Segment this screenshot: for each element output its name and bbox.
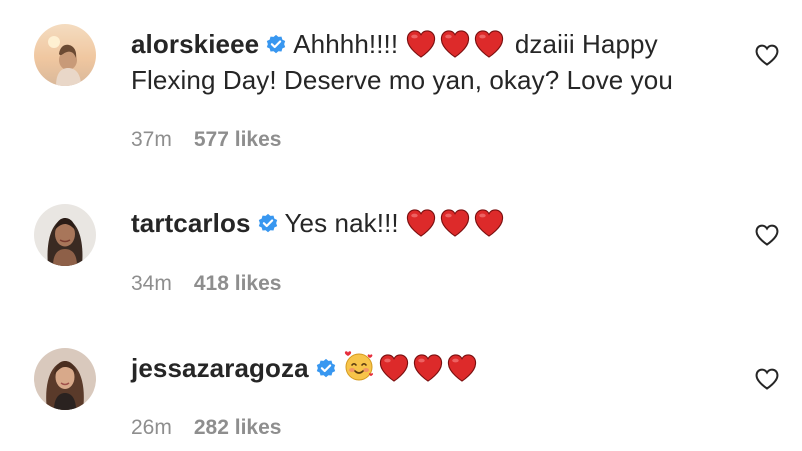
verified-badge-icon xyxy=(265,34,287,56)
comment-text: alorskieee Ahhhh!!!! dzaiii Happy Flexing… xyxy=(131,26,731,98)
smiling-face-with-hearts-icon xyxy=(344,351,373,381)
like-heart-outline-icon[interactable] xyxy=(755,224,779,246)
red-heart-icon xyxy=(447,354,477,382)
red-heart-icon xyxy=(406,30,436,58)
avatar-tartcarlos-icon xyxy=(34,204,96,266)
like-heart-outline-icon[interactable] xyxy=(755,368,779,390)
like-heart-outline-icon[interactable] xyxy=(755,44,779,66)
comment-body: Yes nak!!! xyxy=(284,208,399,238)
comment-meta: 34m 418 likes xyxy=(131,272,281,296)
avatar[interactable] xyxy=(34,24,96,86)
username[interactable]: alorskieee xyxy=(131,29,259,59)
comment-body: dzaiii Happy xyxy=(514,29,658,59)
comment-text: tartcarlos Yes nak!!! xyxy=(131,205,731,241)
verified-badge-icon xyxy=(315,358,337,380)
comment-body: Ahhhh!!!! xyxy=(293,29,399,59)
comment-text: jessazaragoza xyxy=(131,350,731,386)
avatar-jessazaragoza-icon xyxy=(34,348,96,410)
red-heart-icon xyxy=(406,209,436,237)
red-heart-icon xyxy=(440,209,470,237)
comment-meta: 37m 577 likes xyxy=(131,128,281,152)
avatar[interactable] xyxy=(34,204,96,266)
likes-count[interactable]: 418 likes xyxy=(194,272,282,295)
red-heart-icon xyxy=(474,30,504,58)
red-heart-icon xyxy=(379,354,409,382)
username[interactable]: jessazaragoza xyxy=(131,353,309,383)
red-heart-icon xyxy=(440,30,470,58)
red-heart-icon xyxy=(474,209,504,237)
avatar-alorskieee-icon xyxy=(34,24,96,86)
comment-body: Flexing Day! Deserve mo yan, okay? Love … xyxy=(131,65,673,95)
comment-meta: 26m 282 likes xyxy=(131,416,281,440)
likes-count[interactable]: 577 likes xyxy=(194,128,282,151)
verified-badge-icon xyxy=(257,213,279,235)
timestamp[interactable]: 26m xyxy=(131,416,172,439)
username[interactable]: tartcarlos xyxy=(131,208,251,238)
avatar[interactable] xyxy=(34,348,96,410)
timestamp[interactable]: 37m xyxy=(131,128,172,151)
timestamp[interactable]: 34m xyxy=(131,272,172,295)
likes-count[interactable]: 282 likes xyxy=(194,416,282,439)
red-heart-icon xyxy=(413,354,443,382)
